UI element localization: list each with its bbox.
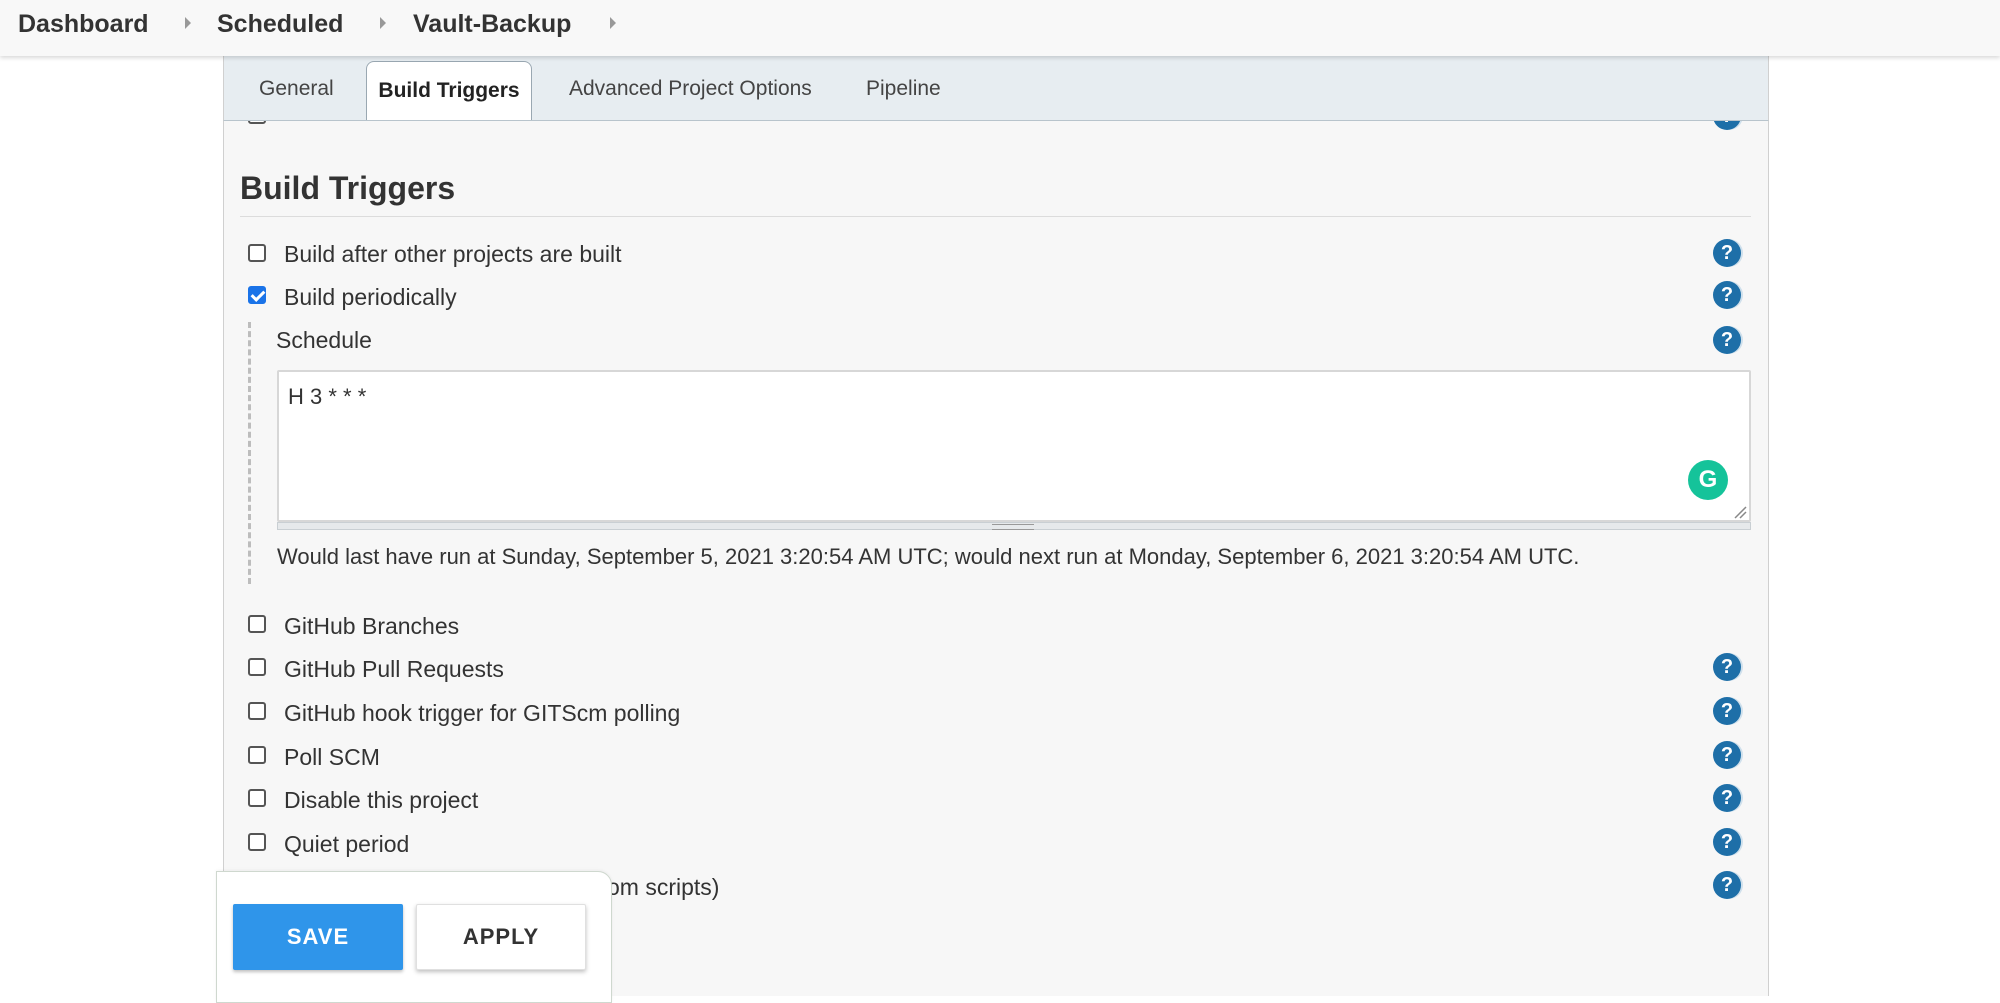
quiet-period-checkbox[interactable] <box>248 833 266 851</box>
grip-icon[interactable] <box>992 524 1034 530</box>
help-icon[interactable]: ? <box>1713 741 1741 769</box>
breadcrumb: Dashboard Scheduled Vault-Backup <box>0 0 2000 56</box>
github-hook-trigger-checkbox[interactable] <box>248 702 266 720</box>
build-periodically-label: Build periodically <box>284 284 457 310</box>
nested-options-indicator <box>248 322 251 584</box>
tab-general[interactable]: General <box>259 77 334 101</box>
breadcrumb-separator-icon <box>380 17 386 29</box>
schedule-textarea[interactable]: H 3 * * * <box>277 370 1751 522</box>
tab-build-triggers[interactable]: Build Triggers <box>366 61 532 120</box>
poll-scm-checkbox[interactable] <box>248 746 266 764</box>
disable-project-label: Disable this project <box>284 787 479 813</box>
schedule-label: Schedule <box>276 327 372 353</box>
disable-project-checkbox[interactable] <box>248 789 266 807</box>
github-hook-trigger-label: GitHub hook trigger for GITScm polling <box>284 700 681 726</box>
hidden-option-label: om scripts) <box>607 874 720 900</box>
breadcrumb-vault-backup[interactable]: Vault-Backup <box>413 10 571 39</box>
build-after-other-projects-checkbox[interactable] <box>248 244 266 262</box>
build-after-other-projects-label: Build after other projects are built <box>284 241 622 267</box>
section-divider <box>240 216 1751 217</box>
schedule-run-info: Would last have run at Sunday, September… <box>277 544 1580 569</box>
save-button[interactable]: SAVE <box>233 904 403 970</box>
poll-scm-label: Poll SCM <box>284 744 380 770</box>
section-title: Build Triggers <box>240 170 456 206</box>
resize-corner-icon[interactable] <box>1733 505 1747 519</box>
github-branches-checkbox[interactable] <box>248 615 266 633</box>
help-icon[interactable]: ? <box>1713 653 1741 681</box>
breadcrumb-dashboard[interactable]: Dashboard <box>18 10 149 39</box>
help-icon[interactable]: ? <box>1713 326 1741 354</box>
breadcrumb-dropdown-icon[interactable] <box>610 17 616 29</box>
tab-advanced-project-options[interactable]: Advanced Project Options <box>569 77 812 101</box>
help-icon[interactable]: ? <box>1713 239 1741 267</box>
build-periodically-checkbox[interactable] <box>248 286 266 304</box>
help-icon[interactable]: ? <box>1713 697 1741 725</box>
tab-pipeline[interactable]: Pipeline <box>866 77 941 101</box>
breadcrumb-scheduled[interactable]: Scheduled <box>217 10 343 39</box>
github-pull-requests-checkbox[interactable] <box>248 658 266 676</box>
help-icon[interactable]: ? <box>1713 784 1741 812</box>
breadcrumb-separator-icon <box>185 17 191 29</box>
github-pull-requests-label: GitHub Pull Requests <box>284 656 504 682</box>
apply-button[interactable]: APPLY <box>416 904 586 970</box>
grammarly-icon[interactable]: G <box>1688 460 1728 500</box>
help-icon[interactable]: ? <box>1713 871 1741 899</box>
github-branches-label: GitHub Branches <box>284 613 460 639</box>
config-tabs: General Build Triggers Advanced Project … <box>223 56 1769 121</box>
quiet-period-label: Quiet period <box>284 831 410 857</box>
help-icon[interactable]: ? <box>1713 828 1741 856</box>
help-icon[interactable]: ? <box>1713 281 1741 309</box>
